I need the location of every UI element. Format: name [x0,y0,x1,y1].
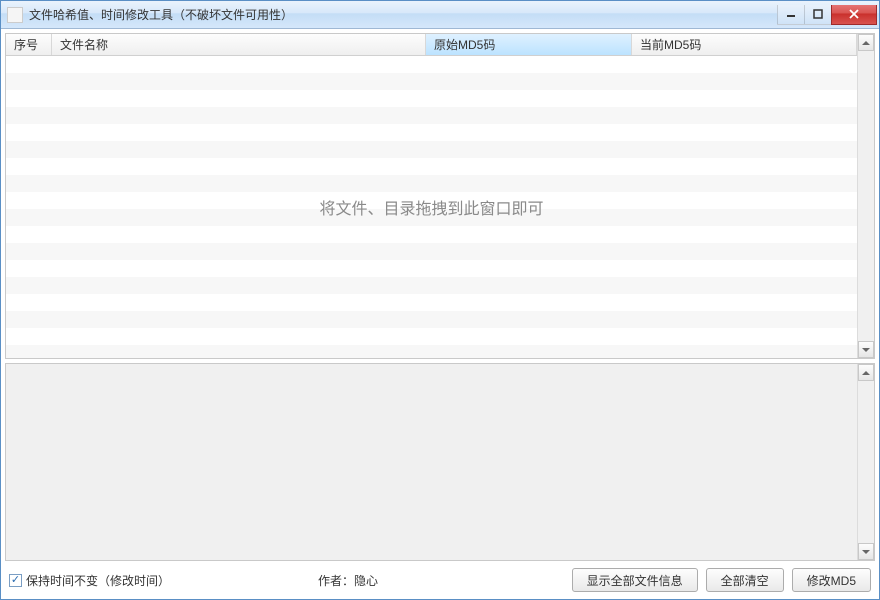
column-header-current-md5[interactable]: 当前MD5码 [632,34,857,55]
table-scroll: 序号 文件名称 原始MD5码 当前MD5码 将文件、目录拖拽到此窗口即可 [6,34,857,358]
keep-time-label: 保持时间不变（修改时间） [26,572,170,589]
keep-time-checkbox[interactable]: 保持时间不变（修改时间） [9,572,170,589]
clear-all-button[interactable]: 全部清空 [706,568,784,592]
author-label: 作者：隐心 [318,572,378,589]
minimize-button[interactable] [777,5,805,25]
modify-md5-button[interactable]: 修改MD5 [792,568,871,592]
scroll-up-button[interactable] [858,34,874,51]
output-vertical-scrollbar[interactable] [857,364,874,560]
bottom-toolbar: 保持时间不变（修改时间） 作者：隐心 显示全部文件信息 全部清空 修改MD5 [5,565,875,595]
column-header-name[interactable]: 文件名称 [52,34,426,55]
maximize-button[interactable] [804,5,832,25]
maximize-icon [813,9,823,19]
scroll-down-button[interactable] [858,341,874,358]
output-panel [5,363,875,561]
column-header-original-md5[interactable]: 原始MD5码 [426,34,632,55]
content-area: 序号 文件名称 原始MD5码 当前MD5码 将文件、目录拖拽到此窗口即可 [1,29,879,599]
close-icon [848,9,860,19]
file-table[interactable]: 序号 文件名称 原始MD5码 当前MD5码 将文件、目录拖拽到此窗口即可 [5,33,875,359]
app-icon [7,7,23,23]
scroll-up-button[interactable] [858,364,874,381]
window-title: 文件哈希值、时间修改工具（不破坏文件可用性） [29,6,778,23]
scroll-down-button[interactable] [858,543,874,560]
close-button[interactable] [831,5,877,25]
title-bar[interactable]: 文件哈希值、时间修改工具（不破坏文件可用性） [1,1,879,29]
checkbox-icon [9,574,22,587]
show-all-info-button[interactable]: 显示全部文件信息 [572,568,698,592]
table-vertical-scrollbar[interactable] [857,34,874,358]
app-window: 文件哈希值、时间修改工具（不破坏文件可用性） 序号 文件名称 原始MD5码 当前… [0,0,880,600]
output-text[interactable] [6,364,857,560]
column-header-seq[interactable]: 序号 [6,34,52,55]
minimize-icon [786,9,796,19]
table-body[interactable]: 将文件、目录拖拽到此窗口即可 [6,56,857,358]
row-stripes [6,56,857,358]
table-header: 序号 文件名称 原始MD5码 当前MD5码 [6,34,857,56]
window-controls [778,5,877,25]
